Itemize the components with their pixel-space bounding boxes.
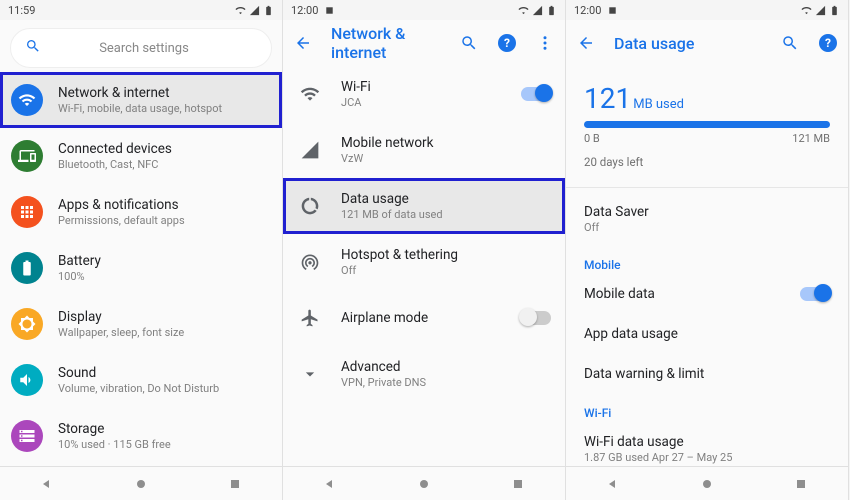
mobile-data-toggle[interactable] [800, 287, 830, 301]
search-settings-bar[interactable]: Search settings [10, 28, 272, 68]
storage-icon [11, 420, 43, 452]
row-mobile-network[interactable]: Mobile networkVzW [283, 122, 565, 178]
row-mobile-data[interactable]: Mobile data [566, 274, 848, 314]
settings-list: Network & internetWi-Fi, mobile, data us… [0, 72, 282, 466]
nav-home-icon[interactable] [133, 476, 149, 492]
wifi-icon [11, 84, 43, 116]
settings-item-battery[interactable]: Battery100% [0, 240, 282, 296]
nav-back-icon[interactable] [39, 476, 55, 492]
airplane-toggle[interactable] [521, 311, 551, 325]
search-placeholder: Search settings [31, 41, 257, 56]
battery-icon [11, 252, 43, 284]
display-icon [11, 308, 43, 340]
usage-bar [584, 121, 830, 128]
usage-value: 121 [584, 82, 631, 115]
nav-bar [566, 466, 848, 500]
wifi-icon [293, 77, 327, 111]
usage-days-left: 20 days left [584, 155, 830, 169]
signal-status-icon [532, 5, 543, 16]
row-advanced[interactable]: AdvancedVPN, Private DNS [283, 346, 565, 402]
item-sub: Wi-Fi, mobile, data usage, hotspot [58, 102, 268, 115]
row-data-saver[interactable]: Data SaverOff [566, 192, 848, 246]
apps-icon [11, 196, 43, 228]
overflow-icon[interactable] [535, 34, 555, 52]
signal-status-icon [249, 5, 260, 16]
data-usage-icon [293, 189, 327, 223]
app-badge-icon [607, 5, 618, 16]
data-usage-screen: 12:00 Data usage ? 121MB used 0 B 121 MB… [566, 0, 849, 500]
settings-item-sound[interactable]: SoundVolume, vibration, Do Not Disturb [0, 352, 282, 408]
item-title: Network & internet [58, 85, 268, 101]
usage-scale-min: 0 B [584, 132, 600, 145]
status-time: 11:59 [8, 4, 35, 17]
battery-status-icon [829, 5, 840, 16]
nav-bar [283, 466, 565, 500]
status-bar: 11:59 [0, 0, 282, 20]
nav-recent-icon[interactable] [510, 476, 526, 492]
wifi-status-icon [235, 5, 246, 16]
section-mobile: Mobile [566, 246, 848, 274]
airplane-icon [293, 301, 327, 335]
status-time: 12:00 [574, 4, 601, 17]
network-list: Wi-FiJCA Mobile networkVzW Data usage121… [283, 66, 565, 466]
chevron-down-icon [293, 357, 327, 391]
status-bar: 12:00 [283, 0, 565, 20]
row-wifi[interactable]: Wi-FiJCA [283, 66, 565, 122]
nav-back-icon[interactable] [322, 476, 338, 492]
row-hotspot[interactable]: Hotspot & tetheringOff [283, 234, 565, 290]
row-wifi-data-usage[interactable]: Wi-Fi data usage1.87 GB used Apr 27 – Ma… [566, 422, 848, 466]
divider [566, 187, 848, 188]
search-icon[interactable] [780, 34, 800, 52]
settings-root-screen: 11:59 Search settings Network & internet… [0, 0, 283, 500]
signal-icon [293, 133, 327, 167]
settings-item-apps[interactable]: Apps & notificationsPermissions, default… [0, 184, 282, 240]
sound-icon [11, 364, 43, 396]
battery-status-icon [263, 5, 274, 16]
page-title: Network & internet [331, 24, 441, 62]
nav-bar [0, 466, 282, 500]
settings-item-connected[interactable]: Connected devicesBluetooth, Cast, NFC [0, 128, 282, 184]
nav-recent-icon[interactable] [227, 476, 243, 492]
nav-back-icon[interactable] [605, 476, 621, 492]
hotspot-icon [293, 245, 327, 279]
search-icon[interactable] [459, 34, 479, 52]
wifi-status-icon [518, 5, 529, 16]
wifi-toggle[interactable] [521, 87, 551, 101]
row-data-usage[interactable]: Data usage121 MB of data used [283, 178, 565, 234]
usage-scale-max: 121 MB [792, 132, 830, 145]
settings-item-storage[interactable]: Storage10% used · 115 GB free [0, 408, 282, 464]
wifi-status-icon [801, 5, 812, 16]
status-bar: 12:00 [566, 0, 848, 20]
back-icon[interactable] [293, 34, 313, 52]
nav-home-icon[interactable] [416, 476, 432, 492]
devices-icon [11, 140, 43, 172]
app-badge-icon [324, 5, 335, 16]
app-bar: Data usage ? [566, 20, 848, 66]
section-wifi: Wi-Fi [566, 394, 848, 422]
status-time: 12:00 [291, 4, 318, 17]
signal-status-icon [815, 5, 826, 16]
app-bar: Network & internet ? [283, 20, 565, 66]
row-airplane[interactable]: Airplane mode [283, 290, 565, 346]
data-usage-content: 121MB used 0 B 121 MB 20 days left Data … [566, 66, 848, 466]
usage-unit: MB used [633, 97, 684, 112]
help-icon[interactable]: ? [818, 34, 838, 52]
back-icon[interactable] [576, 34, 596, 52]
usage-summary: 121MB used 0 B 121 MB 20 days left [578, 72, 836, 183]
settings-item-network[interactable]: Network & internetWi-Fi, mobile, data us… [0, 72, 282, 128]
help-icon[interactable]: ? [497, 34, 517, 52]
battery-status-icon [546, 5, 557, 16]
settings-item-display[interactable]: DisplayWallpaper, sleep, font size [0, 296, 282, 352]
page-title: Data usage [614, 34, 762, 53]
nav-recent-icon[interactable] [793, 476, 809, 492]
nav-home-icon[interactable] [699, 476, 715, 492]
row-data-warning[interactable]: Data warning & limit [566, 354, 848, 394]
network-internet-screen: 12:00 Network & internet ? Wi-FiJCA Mobi… [283, 0, 566, 500]
row-app-data-usage[interactable]: App data usage [566, 314, 848, 354]
